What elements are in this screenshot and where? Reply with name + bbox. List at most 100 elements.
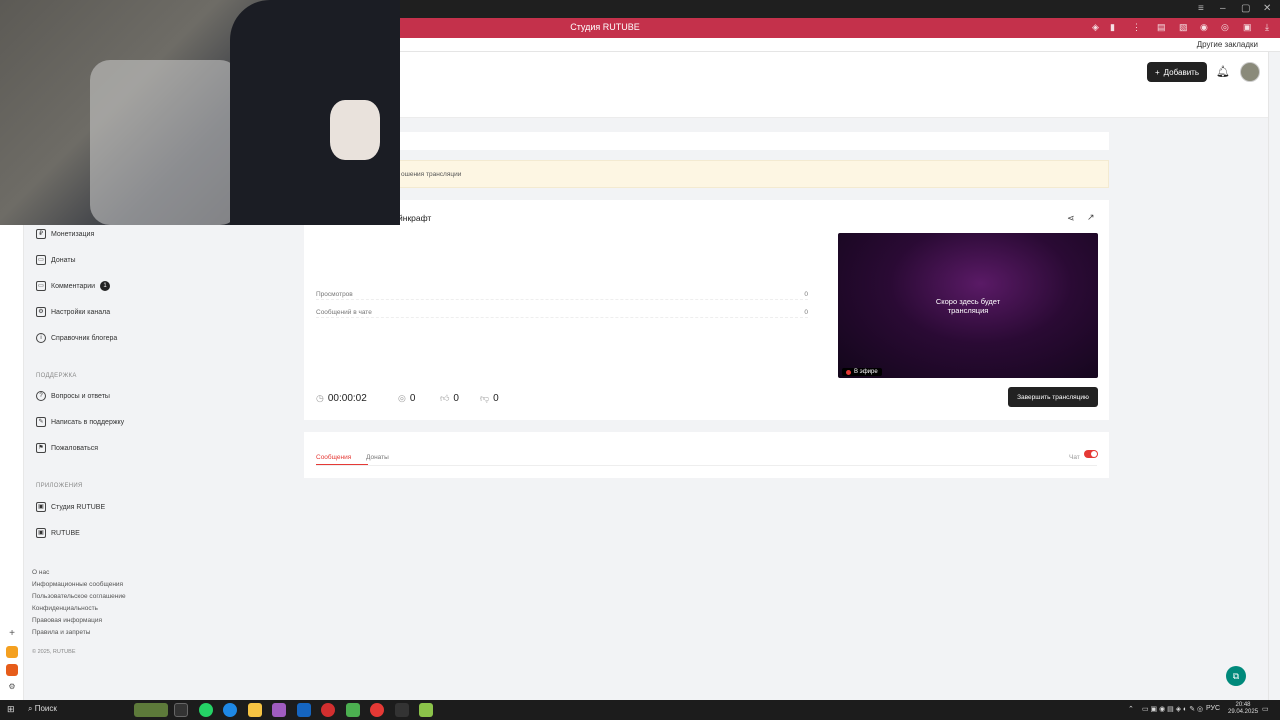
stat-label: Просмотров [316,291,353,298]
menu-icon[interactable]: ≡ [1198,3,1204,14]
studio-app-icon: ▣ [36,502,46,512]
breadcrumb-card [304,132,1109,150]
start-icon[interactable]: ⊞ [7,704,15,715]
protect-icon[interactable]: ◈ [1092,22,1099,33]
webcam-overlay [0,0,400,225]
collections-icon[interactable]: ▧ [1179,22,1188,33]
sidebar-item-label: Справочник блогера [51,334,118,342]
taskbar-search-label: Поиск [34,704,57,713]
external-link-icon[interactable]: ↗ [1087,212,1095,223]
download-icon[interactable]: ⤓ [1265,22,1269,33]
minecraft-launcher-icon[interactable] [395,703,409,717]
tray-icons[interactable]: ▭ ▣ ◉ ▤ ◈ ◐ ✎ ◎ [1142,705,1203,713]
live-dot-icon [846,369,851,375]
footer-link-privacy[interactable]: Конфиденциальность [32,605,98,612]
webcam-chair [90,60,240,225]
taskview-icon[interactable] [174,703,188,717]
info-icon: i [36,333,46,343]
add-icon[interactable]: + [6,628,18,640]
add-button[interactable]: + Добавить [1147,62,1207,82]
end-stream-button[interactable]: Завершить трансляцию [1008,387,1098,407]
close-button[interactable]: ✕ [1263,3,1271,14]
footer-link-rules[interactable]: Правила и запреты [32,629,90,636]
dislikes-value: 0 [493,393,499,404]
viewers-metric: ◎ 0 [398,393,415,404]
viewers-value: 0 [409,393,416,404]
sidebar-item-label: Вопросы и ответы [51,392,110,400]
bookmark-icon[interactable]: ▮ [1110,22,1115,33]
edge-icon[interactable] [223,703,237,717]
sidebar-item-report[interactable]: ⚑ Пожаловаться [36,443,98,453]
thumbs-up-icon: 👍︎ [440,393,450,403]
help-chat-icon[interactable]: ⧉ [1226,666,1246,686]
tab-donations[interactable]: Донаты [366,454,389,461]
taskbar: ⊞ ⌕ Поиск ⌃ ▭ ▣ ◉ ▤ ◈ ◐ ✎ ◎ РУС 20:48 29… [0,700,1280,720]
tray-expand-icon[interactable]: ⌃ [1128,705,1134,713]
system-clock[interactable]: 20:48 29.04.2025 [1228,702,1258,716]
yandex-browser-icon[interactable] [370,703,384,717]
share-icon[interactable]: ⋖ [1067,213,1075,224]
comments-count-badge: 1 [100,281,111,291]
chat-toggle-label: Чат [1069,454,1080,461]
screenshot-icon[interactable]: ▣ [1243,22,1252,33]
sidebar-item-label: Написать в поддержку [51,418,125,426]
footer-link-about[interactable]: О нас [32,569,49,576]
ruble-icon: ₽ [36,229,46,239]
scrollbar[interactable] [1268,52,1280,700]
tabs-divider [316,465,1097,466]
preview-message: Скоро здесь будет трансляция [838,297,1098,315]
sidebar-item-label: Студия RUTUBE [51,503,106,511]
bell-icon[interactable]: 🔔︎ [1216,65,1230,78]
tab-messages[interactable]: Сообщения [316,454,351,461]
sidebar-item-comments[interactable]: ▭ Комментарии 1 [36,281,111,291]
more-icon[interactable]: ⋮ [1132,22,1141,33]
footer-link-user-agreement[interactable]: Пользовательское соглашение [32,593,126,600]
pip-icon[interactable]: ◎ [1221,22,1229,33]
whatsapp-icon[interactable] [199,703,213,717]
minecraft-icon[interactable] [346,703,360,717]
outlook-icon[interactable] [297,703,311,717]
widgets-icon[interactable] [134,703,168,717]
stat-row-views: Просмотров 0 [316,291,808,300]
sidebar-item-channel-settings[interactable]: ⚙ Настройки канала [36,307,110,317]
preview-line-1: Скоро здесь будет [935,297,1001,306]
settings-icon[interactable]: ⚙ [6,682,18,694]
sidebar-item-studio-app[interactable]: ▣ Студия RUTUBE [36,502,105,512]
other-bookmarks[interactable]: Другие закладки [1197,40,1258,49]
sidebar-item-blogger-guide[interactable]: i Справочник блогера [36,333,117,343]
dislikes-metric: 👎︎ 0 [480,393,499,404]
app-icon-1[interactable] [6,646,18,658]
app-icon-2[interactable] [6,664,18,676]
maximize-button[interactable]: ▢ [1241,3,1250,14]
sidebar-item-monetization[interactable]: ₽ Монетизация [36,229,94,239]
game-icon[interactable] [419,703,433,717]
sidebar-item-faq[interactable]: ? Вопросы и ответы [36,391,110,401]
stream-preview[interactable]: Скоро здесь будет трансляция [838,233,1098,378]
tabs-icon[interactable]: ▤ [1157,22,1166,33]
sidebar-item-rutube-app[interactable]: ▣ RUTUBE [36,528,80,538]
sidebar-item-donations[interactable]: ▭ Донаты [36,255,76,265]
notifications-icon[interactable]: ▭ [1262,705,1269,713]
stat-label: Сообщений в чате [316,309,372,316]
chat-tabs-card: Сообщения Донаты Чат [304,432,1109,478]
comment-icon: ▭ [36,281,46,291]
explorer-icon[interactable] [248,703,262,717]
obs-icon[interactable] [321,703,335,717]
sidebar-item-label: RUTUBE [51,529,80,537]
footer-link-info-messages[interactable]: Информационные сообщения [32,581,123,588]
taskbar-search[interactable]: ⌕ Поиск [28,704,57,714]
app-icon[interactable] [272,703,286,717]
language-indicator[interactable]: РУС [1206,705,1220,712]
webcam-shirt-print [330,100,380,160]
chat-toggle[interactable] [1084,450,1098,458]
support-heading: ПОДДЕРЖКА [36,373,77,379]
footer-link-legal[interactable]: Правовая информация [32,617,102,624]
extensions-icon[interactable]: ◉ [1200,22,1208,33]
sidebar-item-contact-support[interactable]: ✎ Написать в поддержку [36,417,124,427]
minimize-button[interactable]: – [1220,3,1226,14]
sidebar-item-label: Донаты [51,256,76,264]
avatar[interactable] [1240,62,1260,82]
stat-row-chat-messages: Сообщений в чате 0 [316,309,808,318]
flag-icon: ⚑ [36,443,46,453]
gear-icon: ⚙ [36,307,46,317]
